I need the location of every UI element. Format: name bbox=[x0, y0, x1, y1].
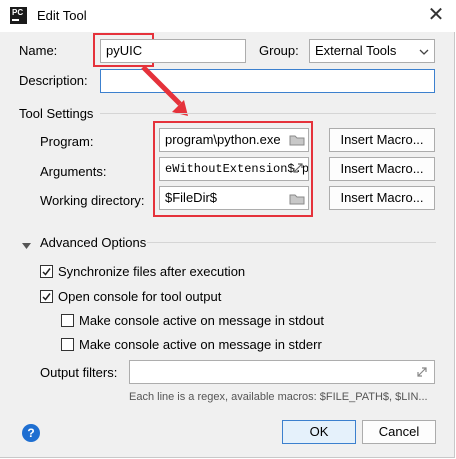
advanced-options-header[interactable]: Advanced Options bbox=[40, 235, 146, 250]
working-directory-insert-macro-button[interactable]: Insert Macro... bbox=[329, 186, 435, 210]
folder-icon[interactable] bbox=[289, 193, 305, 208]
cancel-button[interactable]: Cancel bbox=[362, 420, 436, 444]
name-field[interactable]: pyUIC bbox=[100, 39, 246, 63]
red-arrow-annotation bbox=[141, 65, 188, 116]
program-insert-macro-button[interactable]: Insert Macro... bbox=[329, 128, 435, 152]
chevron-down-icon[interactable] bbox=[418, 45, 430, 55]
console-stdout-checkbox[interactable] bbox=[61, 314, 74, 327]
group-select[interactable]: External Tools bbox=[309, 39, 435, 63]
app-icon-text: PC bbox=[12, 8, 24, 17]
help-button[interactable]: ? bbox=[22, 424, 40, 442]
folder-icon[interactable] bbox=[289, 134, 305, 149]
output-filters-label: Output filters: bbox=[40, 365, 118, 380]
ok-button[interactable]: OK bbox=[282, 420, 356, 444]
program-label: Program: bbox=[40, 134, 94, 149]
working-directory-label: Working directory: bbox=[40, 193, 145, 208]
close-icon[interactable]: ✕ bbox=[424, 4, 448, 28]
group-value: External Tools bbox=[315, 43, 397, 58]
console-stderr-checkbox[interactable] bbox=[61, 338, 74, 351]
checkmark-icon bbox=[42, 293, 51, 301]
sync-files-label[interactable]: Synchronize files after execution bbox=[58, 264, 245, 279]
arguments-field[interactable]: eWithoutExtension$.py bbox=[159, 157, 309, 181]
pycharm-app-icon: PC bbox=[10, 7, 27, 24]
collapse-triangle-icon[interactable] bbox=[22, 238, 32, 253]
window-title: Edit Tool bbox=[37, 8, 87, 23]
console-stderr-label[interactable]: Make console active on message in stderr bbox=[79, 337, 322, 352]
open-console-label[interactable]: Open console for tool output bbox=[58, 289, 221, 304]
tool-settings-header: Tool Settings bbox=[19, 106, 94, 121]
console-stdout-label[interactable]: Make console active on message in stdout bbox=[79, 313, 324, 328]
name-label: Name: bbox=[19, 43, 58, 58]
output-filters-hint: Each line is a regex, available macros: … bbox=[129, 391, 428, 403]
arguments-label: Arguments: bbox=[40, 164, 107, 179]
working-directory-value: $FileDir$ bbox=[165, 190, 218, 205]
working-directory-field[interactable]: $FileDir$ bbox=[159, 186, 309, 210]
checkmark-icon bbox=[42, 268, 51, 276]
arguments-insert-macro-button[interactable]: Insert Macro... bbox=[329, 157, 435, 181]
expand-icon[interactable] bbox=[416, 366, 428, 381]
expand-icon[interactable] bbox=[292, 162, 304, 177]
description-label: Description: bbox=[19, 73, 88, 88]
program-value: program\python.exe bbox=[165, 132, 281, 147]
program-field[interactable]: program\python.exe bbox=[159, 128, 309, 152]
arguments-value: eWithoutExtension$.py bbox=[165, 162, 309, 176]
advanced-options-separator bbox=[147, 242, 436, 243]
group-label: Group: bbox=[259, 43, 299, 58]
title-bar: PC Edit Tool ✕ bbox=[0, 0, 456, 32]
sync-files-checkbox[interactable] bbox=[40, 265, 53, 278]
output-filters-field[interactable] bbox=[129, 360, 435, 384]
open-console-checkbox[interactable] bbox=[40, 290, 53, 303]
tool-settings-separator bbox=[100, 113, 436, 114]
